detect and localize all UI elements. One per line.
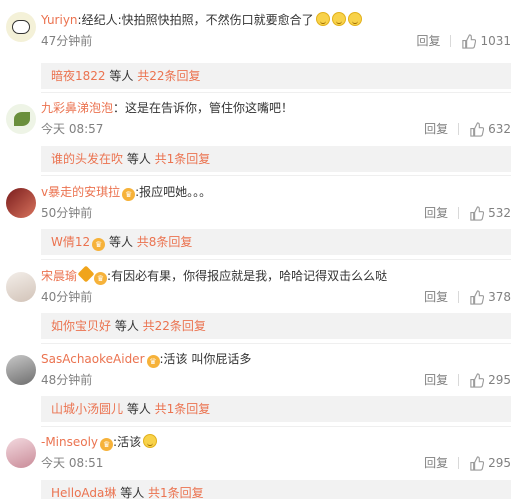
reply-count-link[interactable]: 共22条回复: [143, 319, 206, 333]
vip-badge-icon: ♛: [92, 238, 106, 251]
thumbs-up-icon: [470, 289, 485, 305]
reply-button[interactable]: 回复: [424, 371, 448, 389]
reply-count-link[interactable]: 共1条回复: [155, 402, 211, 416]
divider: [41, 259, 511, 260]
comment-text: 活该 叫你屁话多: [163, 352, 252, 366]
divider: [41, 426, 511, 427]
reply-button[interactable]: 回复: [424, 454, 448, 472]
reply-mid: 等人: [116, 486, 149, 499]
action-divider: [458, 374, 460, 386]
vip-badge-icon: ♛: [146, 355, 160, 368]
like-count: 532: [488, 206, 511, 220]
action-divider: [458, 207, 460, 219]
comment-time: 50分钟前: [41, 206, 93, 220]
reply-summary[interactable]: 谁的头发在吹 等人 共1条回复: [41, 146, 511, 172]
like-button[interactable]: 1031: [461, 32, 511, 50]
action-divider: [450, 35, 452, 47]
emoji-icon: [315, 12, 330, 26]
thumbs-up-icon: [470, 121, 485, 137]
vip-badge-icon: ♛: [122, 188, 136, 201]
reply-count-link[interactable]: 共8条回复: [137, 235, 193, 249]
comment-text: 经纪人:快拍照快拍照，不然伤口就要愈合了: [81, 13, 314, 27]
divider: [41, 92, 511, 93]
thumbs-up-icon: [470, 455, 485, 471]
separator: ：: [113, 101, 126, 115]
action-divider: [458, 123, 460, 135]
like-button[interactable]: 295: [469, 454, 511, 472]
comment-time: 今天 08:57: [41, 122, 104, 136]
vip-badge-icon: ♛: [100, 438, 114, 451]
reply-mid: 等人: [111, 319, 143, 333]
action-divider: [458, 457, 460, 469]
reply-summary[interactable]: W倩12 ♛ 等人 共8条回复: [41, 229, 511, 255]
reply-summary[interactable]: 暗夜1822 等人 共22条回复: [41, 63, 511, 89]
reply-summary[interactable]: 山城小汤圆儿 等人 共1条回复: [41, 396, 511, 422]
reply-user[interactable]: 如你宝贝好: [51, 319, 111, 333]
reply-summary[interactable]: 如你宝贝好 等人 共22条回复: [41, 313, 511, 339]
reply-user[interactable]: 山城小汤圆儿: [51, 402, 123, 416]
like-button[interactable]: 295: [469, 371, 511, 389]
like-button[interactable]: 378: [469, 288, 511, 306]
action-divider: [458, 291, 460, 303]
divider: [41, 343, 511, 344]
comment-text: 活该: [117, 435, 142, 449]
reply-button[interactable]: 回复: [424, 288, 448, 306]
comment-time: 47分钟前: [41, 34, 93, 48]
comment-text: 报应吧她。。。: [139, 185, 212, 199]
comment-username[interactable]: 九彩鼻涕泡泡: [41, 101, 113, 115]
reply-count-link[interactable]: 共1条回复: [148, 486, 204, 499]
thumbs-up-icon: [470, 205, 485, 221]
like-button[interactable]: 632: [469, 120, 511, 138]
comment-time: 40分钟前: [41, 290, 93, 304]
reply-mid: 等人: [105, 235, 137, 249]
reply-mid: 等人: [105, 69, 138, 83]
emoji-icon: [331, 12, 346, 26]
avatar[interactable]: [6, 12, 36, 42]
comment-time: 今天 08:51: [41, 456, 104, 470]
reply-count-link[interactable]: 共22条回复: [137, 69, 200, 83]
comment-username[interactable]: Yuriyn: [41, 13, 78, 27]
avatar[interactable]: [6, 188, 36, 218]
comment-text: 有因必有果，你得报应就是我，哈哈记得双击么么哒: [111, 269, 388, 283]
reply-user[interactable]: HelloAda琳: [51, 486, 116, 499]
avatar[interactable]: [6, 355, 36, 385]
reply-button[interactable]: 回复: [424, 204, 448, 222]
comment-text: 这是在告诉你，管住你这嘴吧！: [125, 101, 294, 115]
avatar[interactable]: [6, 272, 36, 302]
comment-username[interactable]: SasAchaokeAider: [41, 352, 145, 366]
reply-summary[interactable]: HelloAda琳 等人 共1条回复: [41, 480, 511, 499]
reply-count-link[interactable]: 共1条回复: [155, 152, 211, 166]
thumbs-up-icon: [462, 33, 477, 49]
avatar[interactable]: [6, 104, 36, 134]
vip-badge-icon: ♛: [94, 272, 108, 285]
reply-user[interactable]: 暗夜1822: [51, 69, 106, 83]
emoji-icon: [143, 434, 158, 448]
like-count: 632: [488, 122, 511, 136]
reply-mid: 等人: [123, 402, 155, 416]
like-count: 1031: [480, 34, 511, 48]
avatar[interactable]: [6, 438, 36, 468]
emoji-icon: [347, 12, 362, 26]
like-button[interactable]: 532: [469, 204, 511, 222]
like-count: 295: [488, 373, 511, 387]
comment-username[interactable]: v暴走的安琪拉: [41, 185, 120, 199]
thumbs-up-icon: [470, 372, 485, 388]
reply-button[interactable]: 回复: [424, 120, 448, 138]
reply-user[interactable]: 谁的头发在吹: [51, 152, 123, 166]
vip-diamond-icon: [77, 266, 95, 283]
comment-username[interactable]: -Minseoly: [41, 435, 98, 449]
reply-button[interactable]: 回复: [416, 32, 440, 50]
comment-username[interactable]: 宋晨瑜: [41, 269, 77, 283]
divider: [41, 175, 511, 176]
like-count: 378: [488, 290, 511, 304]
reply-mid: 等人: [123, 152, 155, 166]
like-count: 295: [488, 456, 511, 470]
reply-user[interactable]: W倩12: [51, 235, 90, 249]
comment-time: 48分钟前: [41, 373, 93, 387]
